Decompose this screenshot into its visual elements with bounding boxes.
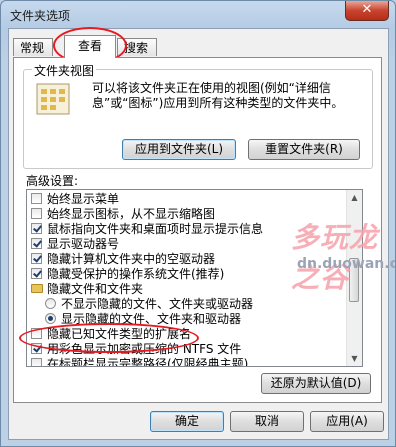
- row-highlight-annotation: [19, 323, 199, 353]
- scroll-up-icon[interactable]: ▲: [347, 190, 362, 205]
- close-button[interactable]: ✕: [345, 1, 389, 21]
- setting-checkbox[interactable]: [31, 253, 42, 264]
- advanced-settings-label: 高级设置:: [26, 174, 79, 188]
- setting-label: 隐藏受保护的操作系统文件(推荐): [47, 267, 225, 281]
- folder-view-group: 文件夹视图 可以将该文件夹正在使用的视图(例如“详细信息”或“图标”)应用到所有…: [23, 62, 373, 169]
- tab-view[interactable]: 查看: [64, 35, 116, 58]
- setting-checkbox[interactable]: [31, 223, 42, 234]
- ok-button[interactable]: 确定: [150, 411, 224, 432]
- setting-radio[interactable]: [45, 298, 56, 309]
- setting-checkbox[interactable]: [31, 238, 42, 249]
- setting-checkbox[interactable]: [31, 193, 42, 204]
- cancel-button[interactable]: 取消: [230, 411, 304, 432]
- setting-label: 始终显示图标，从不显示缩略图: [47, 207, 216, 221]
- group-title: 文件夹视图: [32, 62, 97, 79]
- setting-label: 显示驱动器号: [47, 237, 120, 251]
- folder-options-dialog: 文件夹选项 ✕ 常规 查看 搜索 文件夹视图 可以将该文件夹正在使用的视图(例如…: [0, 0, 396, 447]
- apply-to-folders-button[interactable]: 应用到文件夹(L): [122, 139, 236, 160]
- apply-button[interactable]: 应用(A): [310, 411, 384, 432]
- advanced-setting-row[interactable]: 始终显示菜单: [27, 192, 349, 207]
- setting-checkbox[interactable]: [31, 358, 42, 366]
- setting-checkbox[interactable]: [31, 268, 42, 279]
- window-title: 文件夹选项: [10, 9, 71, 23]
- title-bar[interactable]: 文件夹选项 ✕: [1, 1, 395, 27]
- setting-label: 始终显示菜单: [47, 192, 120, 206]
- setting-label: 鼠标指向文件夹和桌面项时显示提示信息: [47, 222, 264, 236]
- setting-label: 不显示隐藏的文件、文件夹或驱动器: [61, 297, 254, 311]
- setting-label: 隐藏计算机文件夹中的空驱动器: [47, 252, 216, 266]
- restore-defaults-button[interactable]: 还原为默认值(D): [261, 373, 371, 394]
- close-icon: ✕: [361, 2, 373, 17]
- folder-view-description: 可以将该文件夹正在使用的视图(例如“详细信息”或“图标”)应用到所有这种类型的文…: [92, 81, 344, 110]
- reset-folders-button[interactable]: 重置文件夹(R): [248, 139, 360, 160]
- scroll-down-icon[interactable]: ▼: [347, 351, 362, 366]
- folder-icon: [31, 284, 43, 293]
- watermark-url: dn.duowan.com: [297, 256, 395, 272]
- folder-view-icon: [36, 83, 70, 115]
- advanced-setting-row[interactable]: 不显示隐藏的文件、文件夹或驱动器: [27, 297, 349, 312]
- setting-radio[interactable]: [45, 313, 56, 324]
- tab-general[interactable]: 常规: [13, 38, 53, 56]
- advanced-setting-row[interactable]: 在标题栏显示完整路径(仅限经典主题): [27, 357, 349, 367]
- setting-label: 隐藏文件和文件夹: [47, 282, 144, 296]
- setting-label: 在标题栏显示完整路径(仅限经典主题): [47, 357, 249, 367]
- setting-checkbox[interactable]: [31, 208, 42, 219]
